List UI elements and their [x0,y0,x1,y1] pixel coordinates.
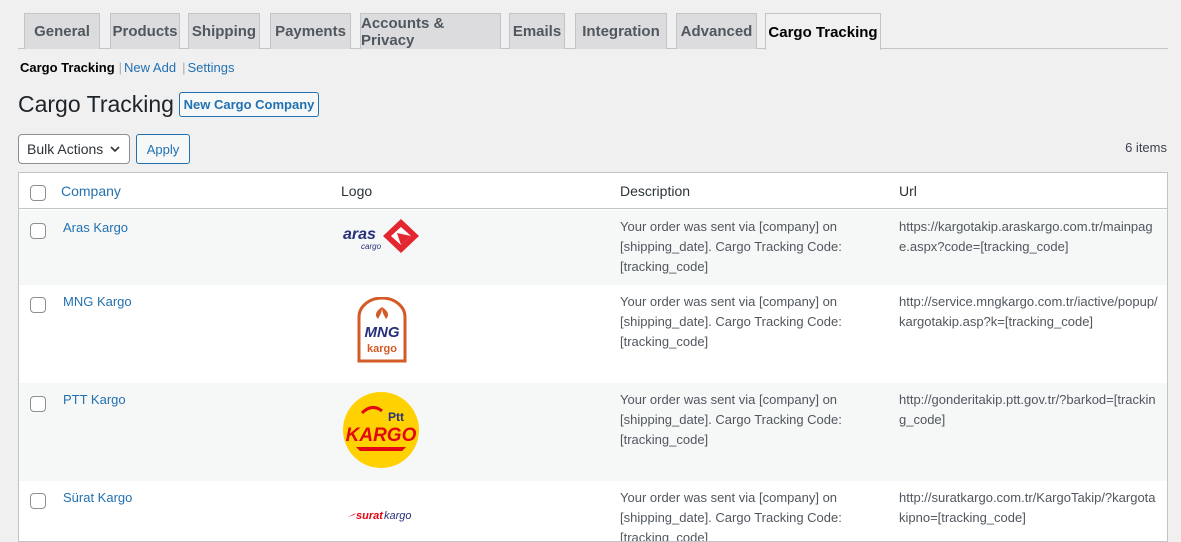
table-row: MNG Kargo MNG kargo Your order was sent … [19,285,1167,383]
url-text: http://suratkargo.com.tr/KargoTakip/?kar… [899,490,1156,525]
url-text: http://gonderitakip.ptt.gov.tr/?barkod=[… [899,392,1156,427]
tab-products[interactable]: Products [110,13,180,49]
row-checkbox[interactable] [30,493,46,509]
subnav-settings[interactable]: Settings [187,60,234,75]
mng-logo-subword: kargo [367,343,397,355]
subsubsub-nav: Cargo Tracking | New Add | Settings [20,60,234,75]
mng-logo-word: MNG [365,324,400,341]
tab-cargo-tracking[interactable]: Cargo Tracking [765,13,881,50]
ptt-kargo-logo: Ptt KARGO [343,392,419,468]
company-name-link[interactable]: Sürat Kargo [63,488,132,508]
bulk-actions-label: Bulk Actions [27,141,104,157]
chevron-down-icon [110,146,120,153]
tab-accounts-privacy[interactable]: Accounts & Privacy [360,13,501,49]
page-title: Cargo Tracking [18,91,174,117]
column-url: Url [899,183,917,199]
settings-tab-bar: General Products Shipping Payments Accou… [18,12,1168,50]
ptt-logo-subword: KARGO [346,425,417,446]
select-all-checkbox[interactable] [30,185,46,201]
row-checkbox[interactable] [30,223,46,239]
mng-kargo-logo: MNG kargo [357,297,407,363]
description-text: Your order was sent via [company] on [sh… [620,219,842,274]
row-checkbox[interactable] [30,396,46,412]
column-company[interactable]: Company [61,183,121,199]
column-logo: Logo [341,183,373,199]
new-cargo-company-button[interactable]: New Cargo Company [179,92,319,117]
tab-advanced[interactable]: Advanced [676,13,757,49]
tab-general[interactable]: General [24,13,100,49]
aras-kargo-logo: aras cargo [343,219,419,253]
company-name-link[interactable]: Aras Kargo [63,218,128,238]
surat-logo-word: surat [356,510,384,522]
description-text: Your order was sent via [company] on [sh… [620,490,842,542]
tab-integration[interactable]: Integration [575,13,667,49]
company-name-link[interactable]: MNG Kargo [63,292,132,312]
tab-payments[interactable]: Payments [270,13,351,49]
url-text: https://kargotakip.araskargo.com.tr/main… [899,219,1153,254]
subnav-cargo-tracking[interactable]: Cargo Tracking [20,60,115,75]
surat-logo-subword: kargo [384,510,412,522]
items-count: 6 items [1125,140,1167,155]
apply-button[interactable]: Apply [136,134,190,164]
subnav-new-add[interactable]: New Add [124,60,176,75]
tab-shipping[interactable]: Shipping [188,13,260,49]
table-header: Company Logo Description Url [19,173,1167,209]
url-text: http://service.mngkargo.com.tr/iactive/p… [899,294,1158,329]
column-description: Description [620,183,691,199]
tab-emails[interactable]: Emails [509,13,565,49]
description-text: Your order was sent via [company] on [sh… [620,392,842,447]
ptt-logo-word: Ptt [388,410,404,424]
surat-kargo-logo: surat kargo [348,510,412,522]
table-row: Aras Kargo aras cargo Your order was sen… [19,210,1167,285]
bulk-actions-select[interactable]: Bulk Actions [18,134,130,164]
row-checkbox[interactable] [30,297,46,313]
subnav-separator: | [118,60,123,75]
company-name-link[interactable]: PTT Kargo [63,390,126,410]
aras-logo-subword: cargo [361,242,382,251]
aras-logo-word: aras [343,226,376,243]
cargo-companies-table: Company Logo Description Url Aras Kargo … [18,172,1168,542]
table-row: Sürat Kargo surat kargo Your order was s… [19,481,1167,542]
description-text: Your order was sent via [company] on [sh… [620,294,842,349]
subnav-separator: | [182,60,186,75]
table-row: PTT Kargo Ptt KARGO Your order was sent … [19,383,1167,481]
